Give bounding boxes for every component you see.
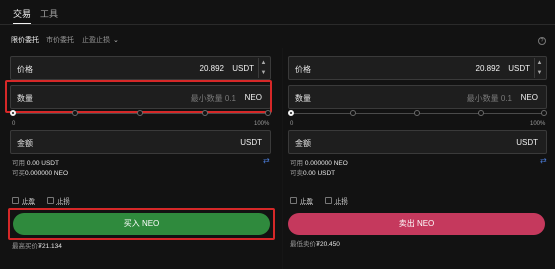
swap-icon[interactable]: ⇄	[540, 156, 547, 165]
chevron-down-icon: ⌄	[113, 37, 119, 44]
tab-trade[interactable]: 交易	[13, 7, 32, 25]
buy-price-field[interactable]: 价格 20.892 USDT ▲ ▼	[10, 56, 271, 80]
tab-limit-order[interactable]: 限价委托	[11, 35, 39, 45]
buy-take-profit-label[interactable]: 止盈	[22, 198, 35, 205]
sell-amount-field[interactable]: 数量 最小数量 0.1 NEO	[288, 85, 547, 109]
sell-tpsl-options: 止盈 止损	[290, 195, 358, 205]
stepper-down-icon[interactable]: ▼	[259, 68, 268, 78]
buy-tpsl-options: 止盈 止损	[12, 195, 80, 205]
stepper-down-icon[interactable]: ▼	[535, 68, 544, 78]
buy-total-label: 金额	[17, 139, 33, 148]
sell-stop-loss-label[interactable]: 止损	[335, 198, 348, 205]
buy-can-buy: 可买0.000000 NEO	[12, 167, 68, 177]
tab-tools[interactable]: 工具	[40, 7, 58, 20]
sell-best-price: 最低卖价₮20.450	[290, 238, 340, 248]
buy-price-unit: USDT	[232, 64, 254, 73]
sell-take-profit-label[interactable]: 止盈	[300, 198, 313, 205]
buy-take-profit-checkbox[interactable]	[12, 197, 19, 204]
tab-tpsl-label: 止盈止损	[82, 37, 110, 44]
buy-total-unit: USDT	[240, 138, 262, 147]
slider-stop-75[interactable]	[478, 110, 484, 116]
buy-can-buy-label: 可买	[12, 170, 25, 177]
buy-total-field[interactable]: 金额 USDT	[10, 130, 271, 154]
slider-stop-75[interactable]	[202, 110, 208, 116]
buy-price-label: 价格	[17, 65, 33, 74]
slider-stop-50[interactable]	[137, 110, 143, 116]
stepper-up-icon[interactable]: ▲	[535, 58, 544, 68]
sell-price-field[interactable]: 价格 20.892 USDT ▲ ▼	[288, 56, 547, 80]
buy-amount-slider[interactable]	[10, 109, 271, 119]
tab-market-order[interactable]: 市价委托	[46, 35, 74, 45]
slider-stop-50[interactable]	[414, 110, 420, 116]
sell-price-value: 20.892	[475, 64, 500, 73]
buy-best-price-label: 最高买价	[12, 243, 38, 250]
slider-stop-0[interactable]	[288, 110, 294, 116]
sell-can-sell-value: 0.00 USDT	[303, 170, 336, 177]
sell-slider-min: 0	[290, 121, 294, 127]
buy-slider-max: 100%	[254, 121, 270, 127]
sell-total-label: 金额	[295, 139, 311, 148]
slider-stop-0[interactable]	[10, 110, 16, 116]
buy-price-stepper[interactable]: ▲ ▼	[258, 58, 268, 78]
tab-tpsl-order[interactable]: 止盈止损 ⌄	[82, 35, 119, 45]
sell-available: 可用 0.000000 NEO	[290, 157, 348, 167]
info-icon[interactable]: ?	[538, 37, 546, 45]
sell-take-profit-checkbox[interactable]	[290, 197, 297, 204]
buy-stop-loss-checkbox[interactable]	[46, 197, 54, 204]
top-tabs: 交易 工具	[0, 0, 555, 25]
buy-best-price: 最高买价₮21.134	[12, 240, 62, 250]
sell-amount-label: 数量	[295, 94, 311, 103]
sell-total-unit: USDT	[516, 138, 538, 147]
sell-button[interactable]: 卖出 NEO	[288, 213, 545, 235]
column-divider	[282, 48, 283, 269]
sell-available-value: 0.000000 NEO	[304, 160, 348, 167]
slider-stop-100[interactable]	[541, 110, 547, 116]
sell-total-field[interactable]: 金额 USDT	[288, 130, 547, 154]
sell-can-sell-label: 可卖	[290, 170, 303, 177]
sell-can-sell: 可卖0.00 USDT	[290, 167, 335, 177]
sell-price-label: 价格	[295, 65, 311, 74]
slider-stop-25[interactable]	[350, 110, 356, 116]
order-type-tabs: 限价委托 市价委托 止盈止损 ⌄ ?	[0, 31, 555, 47]
divider	[0, 24, 555, 25]
slider-stop-25[interactable]	[72, 110, 78, 116]
sell-best-price-value: ₮20.450	[316, 241, 340, 248]
sell-amount-unit: NEO	[520, 93, 538, 102]
highlight-box-buy	[8, 208, 275, 240]
buy-can-buy-value: 0.000000 NEO	[25, 170, 69, 177]
sell-price-unit: USDT	[508, 64, 530, 73]
buy-available: 可用 0.00 USDT	[12, 157, 59, 167]
buy-slider-min: 0	[12, 121, 16, 127]
sell-slider-max: 100%	[530, 121, 546, 127]
stepper-up-icon[interactable]: ▲	[259, 58, 268, 68]
sell-available-label: 可用	[290, 160, 303, 167]
sell-amount-placeholder: 最小数量 0.1	[466, 94, 512, 103]
buy-stop-loss-label[interactable]: 止损	[57, 198, 70, 205]
buy-price-value: 20.892	[199, 64, 224, 73]
buy-best-price-value: ₮21.134	[38, 243, 62, 250]
sell-best-price-label: 最低卖价	[290, 241, 316, 248]
buy-available-value: 0.00 USDT	[26, 160, 59, 167]
sell-stop-loss-checkbox[interactable]	[324, 197, 332, 204]
sell-price-stepper[interactable]: ▲ ▼	[534, 58, 544, 78]
swap-icon[interactable]: ⇄	[263, 156, 270, 165]
sell-amount-slider[interactable]	[288, 109, 547, 119]
slider-stop-100[interactable]	[265, 110, 271, 116]
buy-available-label: 可用	[12, 160, 25, 167]
